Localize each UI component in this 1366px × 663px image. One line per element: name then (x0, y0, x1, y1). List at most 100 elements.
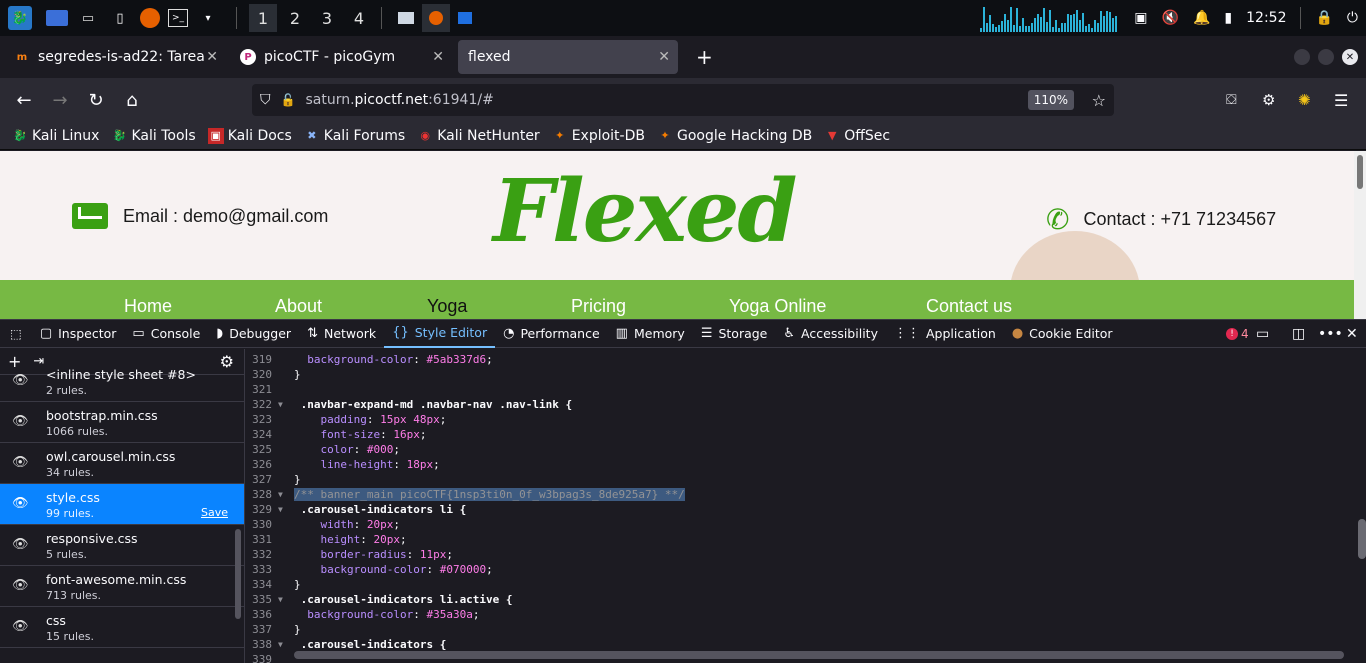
sheet-style-css[interactable]: 👁 style.css 99 rules. Save (0, 484, 244, 525)
firefox-window-icon[interactable] (422, 4, 450, 32)
responsive-mode-icon[interactable]: ▭ (1256, 326, 1269, 342)
tab-picogym[interactable]: P picoCTF - picoGym ✕ (230, 40, 452, 74)
tab-style-editor[interactable]: {} Style Editor (384, 320, 496, 348)
tab-application[interactable]: ⋮⋮ Application (886, 320, 1004, 348)
workspace-1[interactable]: 1 (249, 4, 277, 32)
menu-about[interactable]: About (275, 296, 322, 317)
fold-arrow-icon[interactable]: ▼ (278, 640, 283, 649)
kali-menu-icon[interactable]: 🐉 (8, 6, 32, 30)
close-window-button[interactable]: ✕ (1342, 49, 1358, 65)
mute-icon[interactable]: 🔇 (1162, 10, 1179, 26)
eye-icon[interactable]: 👁 (12, 578, 29, 593)
clock[interactable]: 12:52 (1246, 10, 1286, 26)
lock-icon[interactable]: 🔓 (281, 93, 296, 107)
bookmark-kali-nethunter[interactable]: ◉ Kali NetHunter (417, 128, 539, 144)
tab-memory[interactable]: ▥ Memory (608, 320, 693, 348)
reload-button[interactable]: ↻ (78, 84, 114, 116)
terminal-icon[interactable]: >_ (168, 9, 188, 27)
menu-yoga[interactable]: Yoga (427, 296, 467, 317)
display-icon[interactable]: ▣ (1134, 10, 1147, 26)
tab-accessibility[interactable]: ♿ Accessibility (775, 320, 886, 348)
bell-icon[interactable]: 🔔 (1193, 10, 1210, 26)
element-picker-icon[interactable]: ⬚ (0, 320, 32, 348)
forward-button[interactable]: → (42, 84, 78, 116)
chevron-down-icon[interactable]: ▾ (196, 6, 220, 30)
tab-cookie-editor[interactable]: ● Cookie Editor (1004, 320, 1121, 348)
error-badge[interactable]: ! 4 (1226, 327, 1249, 341)
site-logo[interactable]: Flexed (493, 161, 798, 262)
tab-console[interactable]: ▭ Console (124, 320, 208, 348)
dock-icon[interactable]: ◫ (1292, 326, 1305, 342)
power-icon[interactable]: ⏻ (1347, 10, 1358, 26)
tab-network[interactable]: ⇅ Network (299, 320, 384, 348)
bookmark-kali-linux[interactable]: 🐉 Kali Linux (12, 128, 99, 144)
kali-extension-icon[interactable]: ✺ (1298, 91, 1311, 109)
close-icon[interactable]: ✕ (432, 49, 444, 65)
tab-performance[interactable]: ◔ Performance (495, 320, 608, 348)
file-manager-icon[interactable]: ▭ (76, 6, 100, 30)
home-button[interactable]: ⌂ (114, 84, 150, 116)
battery-icon[interactable]: ▮ (1224, 10, 1232, 26)
back-button[interactable]: ← (6, 84, 42, 116)
fold-arrow-icon[interactable]: ▼ (278, 490, 283, 499)
bookmark-exploit-db[interactable]: ✦ Exploit-DB (552, 128, 645, 144)
text-editor-icon[interactable]: ▯ (108, 6, 132, 30)
bookmark-kali-tools[interactable]: 🐉 Kali Tools (111, 128, 196, 144)
show-desktop-icon[interactable] (46, 10, 68, 26)
shield-icon[interactable]: ⛉ (260, 92, 271, 108)
pocket-icon[interactable]: ⛋ (1226, 92, 1237, 108)
window-thumb-icon[interactable] (398, 12, 414, 24)
eye-icon[interactable]: 👁 (12, 537, 29, 552)
extension-icon[interactable]: ⚙ (1262, 91, 1275, 109)
close-icon[interactable]: ✕ (206, 49, 218, 65)
page-scroll-thumb[interactable] (1357, 155, 1363, 189)
bookmark-google-hacking-db[interactable]: ✦ Google Hacking DB (657, 128, 812, 144)
menu-yoga-online[interactable]: Yoga Online (729, 296, 826, 317)
bookmark-kali-docs[interactable]: ▣ Kali Docs (207, 127, 292, 144)
menu-contact-us[interactable]: Contact us (926, 296, 1012, 317)
tab-inspector[interactable]: ▢ Inspector (32, 320, 125, 348)
sheet-css[interactable]: 👁 css 15 rules. (0, 607, 244, 648)
menu-home[interactable]: Home (124, 296, 172, 317)
sheet-font-awesome[interactable]: 👁 font-awesome.min.css 713 rules. (0, 566, 244, 607)
tab-storage[interactable]: ☰ Storage (693, 320, 776, 348)
eye-icon[interactable]: 👁 (12, 619, 29, 634)
app-window-icon[interactable] (458, 12, 472, 24)
sheet-responsive[interactable]: 👁 responsive.css 5 rules. (0, 525, 244, 566)
eye-icon[interactable]: 👁 (12, 455, 29, 470)
save-button[interactable]: Save (201, 506, 228, 519)
eye-icon[interactable]: 👁 (12, 414, 29, 429)
code-editor[interactable]: 319 background-color: #5ab337d6; 320} 321 3… (246, 349, 1366, 663)
workspace-2[interactable]: 2 (281, 4, 309, 32)
lock-icon[interactable]: 🔒 (1315, 10, 1332, 26)
menu-icon[interactable]: ☰ (1334, 91, 1348, 110)
editor-horizontal-scrollbar[interactable] (294, 651, 1344, 659)
url-bar[interactable]: ⛉ 🔓 saturn.picoctf.net:61941/# 110% ☆ (252, 84, 1114, 116)
maximize-button[interactable] (1318, 49, 1334, 65)
more-options-icon[interactable]: ••• (1318, 326, 1343, 342)
workspace-4[interactable]: 4 (345, 4, 373, 32)
tab-debugger[interactable]: ◗ Debugger (208, 320, 299, 348)
bookmark-kali-forums[interactable]: ✖ Kali Forums (304, 128, 405, 144)
close-icon[interactable]: ✕ (658, 49, 670, 65)
firefox-icon[interactable] (140, 8, 160, 28)
sheet-owl-carousel[interactable]: 👁 owl.carousel.min.css 34 rules. (0, 443, 244, 484)
fold-arrow-icon[interactable]: ▼ (278, 400, 283, 409)
tab-moodle[interactable]: m segredes-is-ad22: Tarea 5 ✕ (4, 40, 226, 74)
eye-icon[interactable]: 👁 (12, 496, 29, 511)
fold-arrow-icon[interactable]: ▼ (278, 595, 283, 604)
tab-flexed[interactable]: flexed ✕ (458, 40, 678, 74)
bookmark-offsec[interactable]: ▼ OffSec (824, 128, 890, 144)
close-devtools-icon[interactable]: ✕ (1346, 326, 1358, 342)
sheet-inline-8[interactable]: 👁 <inline style sheet #8> 2 rules. (0, 361, 244, 402)
editor-scroll-thumb[interactable] (1358, 519, 1366, 559)
zoom-level[interactable]: 110% (1027, 90, 1074, 110)
fold-arrow-icon[interactable]: ▼ (278, 505, 283, 514)
page-scrollbar[interactable] (1354, 151, 1366, 319)
eye-icon[interactable]: 👁 (12, 373, 29, 388)
minimize-button[interactable] (1294, 49, 1310, 65)
sidebar-scroll-thumb[interactable] (235, 529, 241, 619)
workspace-3[interactable]: 3 (313, 4, 341, 32)
new-tab-button[interactable]: + (696, 45, 713, 69)
sheet-bootstrap[interactable]: 👁 bootstrap.min.css 1066 rules. (0, 402, 244, 443)
